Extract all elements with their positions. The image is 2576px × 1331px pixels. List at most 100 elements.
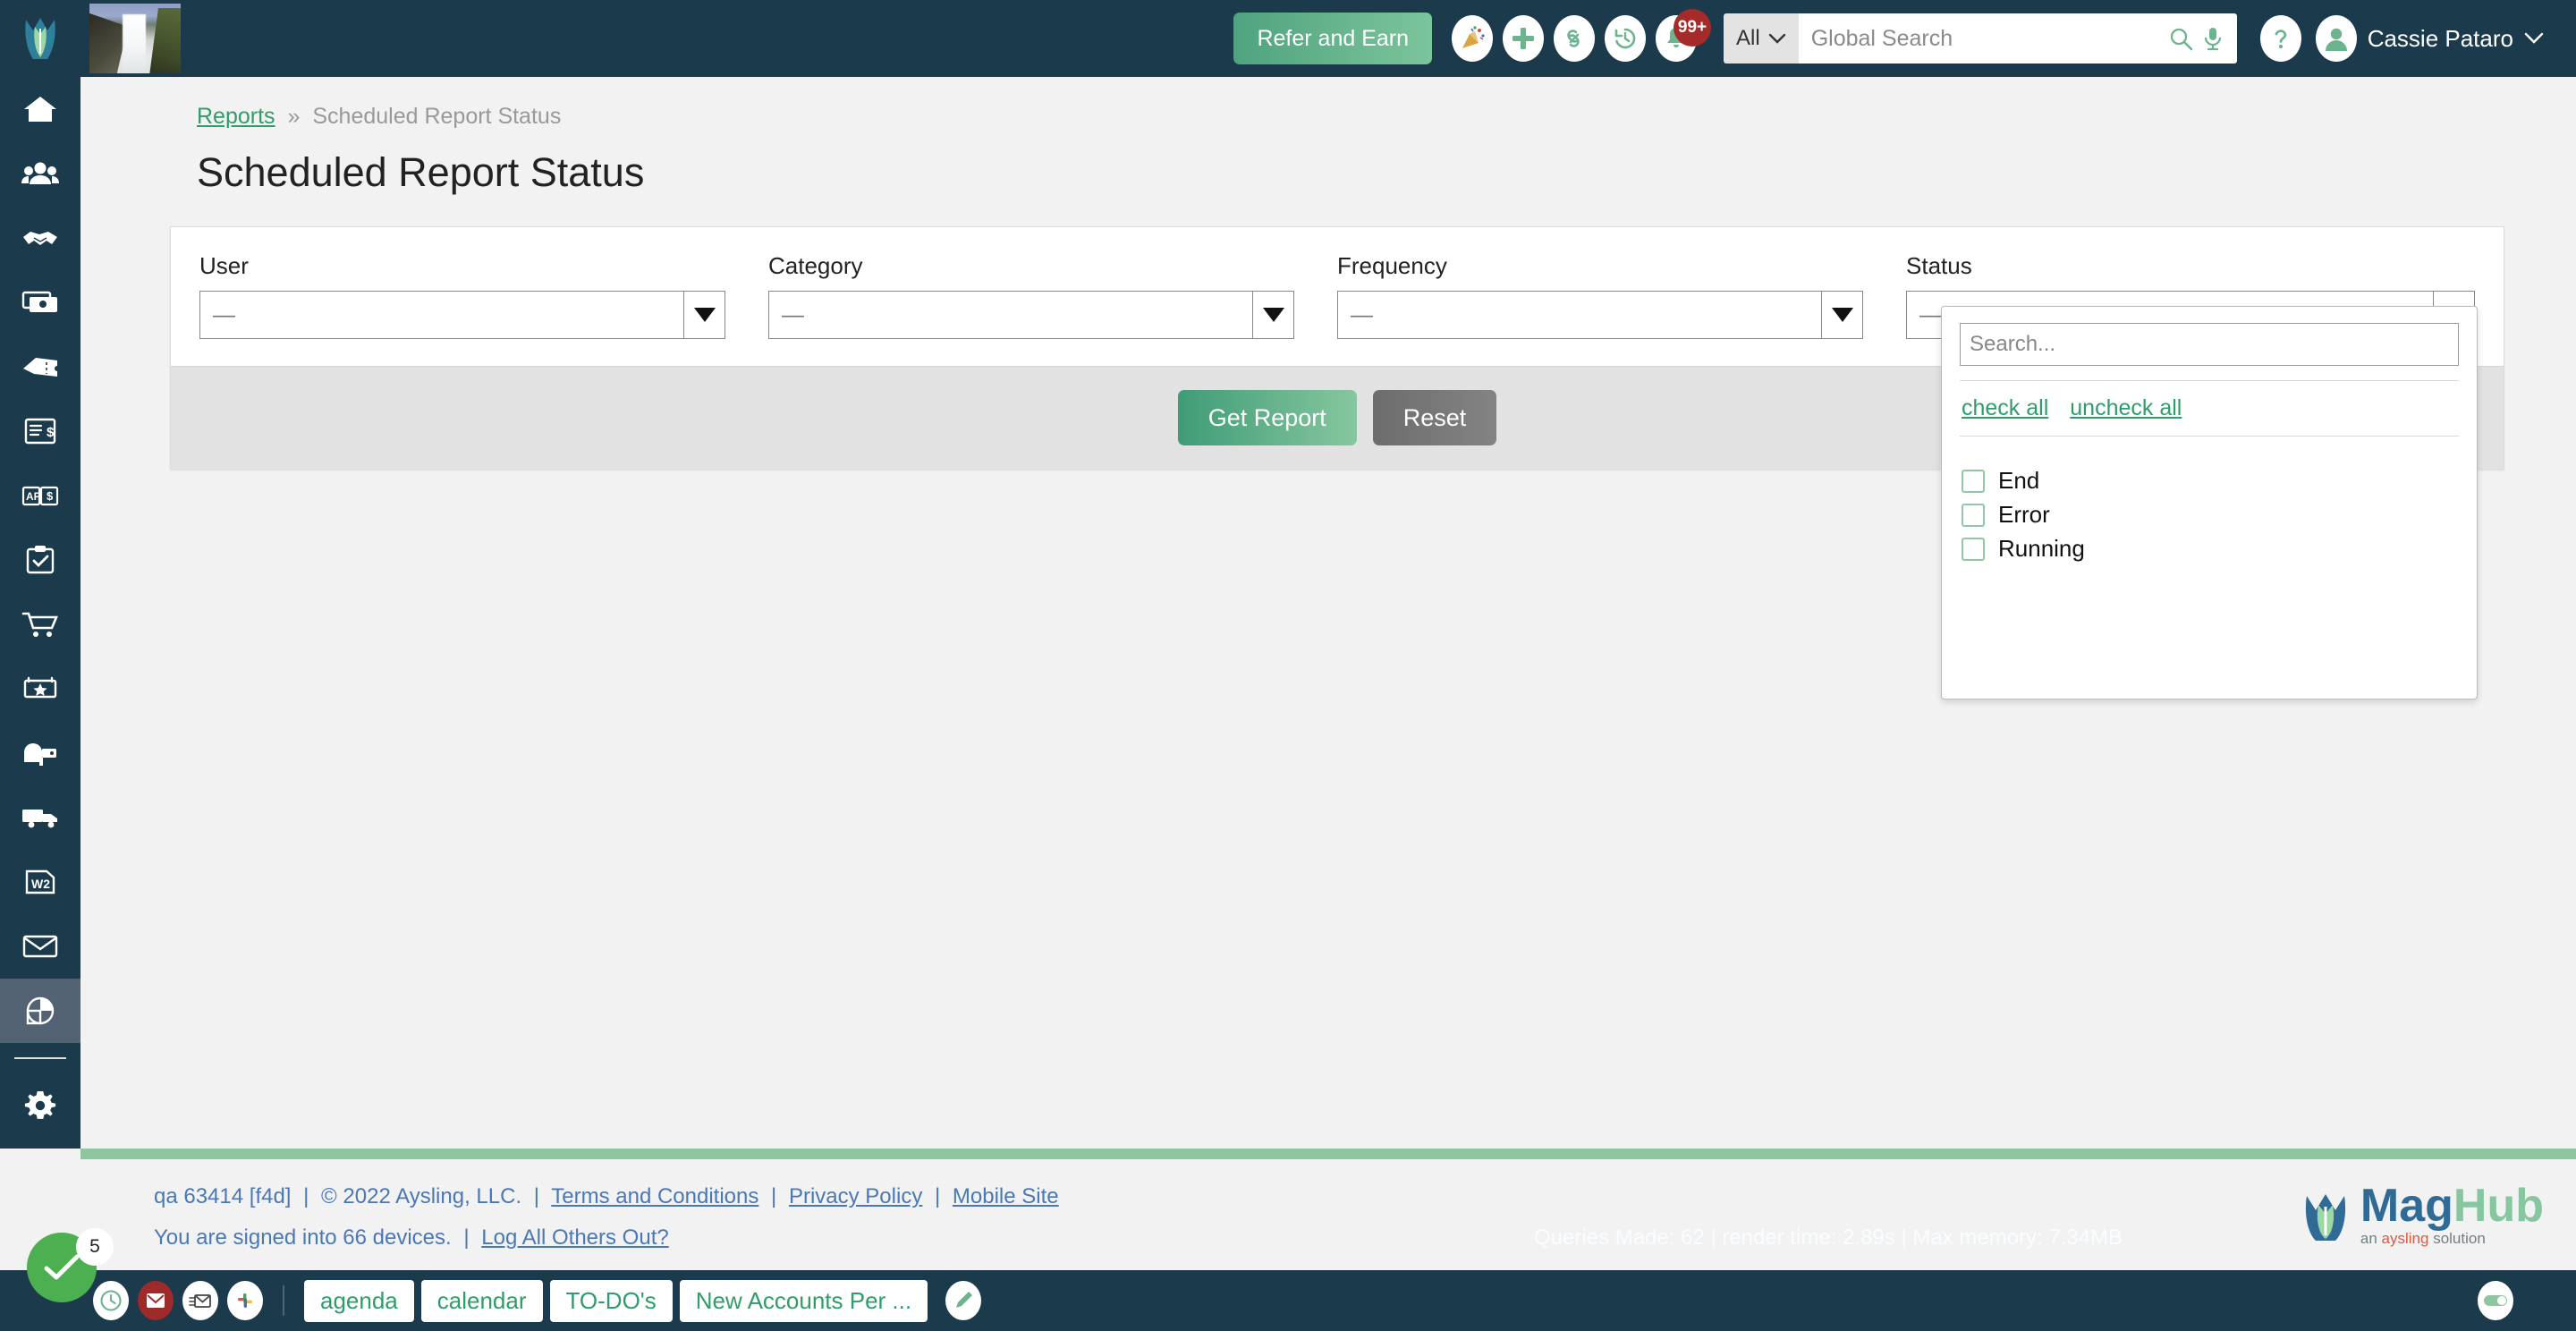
sidebar-divider [14, 1057, 66, 1059]
breadcrumb-current: Scheduled Report Status [312, 104, 562, 129]
brand-logo[interactable] [0, 0, 80, 77]
handshake-icon [23, 232, 57, 245]
status-check-badge: 5 [76, 1228, 114, 1266]
get-report-button[interactable]: Get Report [1177, 390, 1357, 445]
search-scope-dropdown[interactable]: All [1724, 13, 1799, 64]
bottom-taskbar: agenda calendar TO-DO's New Accounts Per… [0, 1270, 2576, 1331]
sidebar-item-shipping[interactable] [0, 785, 80, 850]
separator: | [771, 1184, 777, 1208]
log-all-others-out-link[interactable]: Log All Others Out? [481, 1225, 668, 1250]
filter-user: User — [199, 252, 768, 339]
mobile-site-link[interactable]: Mobile Site [953, 1184, 1059, 1208]
global-search-group: All [1724, 13, 2237, 64]
sidebar-item-invoices[interactable]: $ [0, 399, 80, 463]
separator: | [935, 1184, 941, 1208]
breadcrumb-separator: » [287, 104, 301, 129]
user-select-value: — [213, 301, 235, 327]
chevron-down-icon[interactable] [1821, 292, 1862, 338]
status-option-error[interactable]: Error [1960, 499, 2459, 533]
sidebar-item-deals[interactable] [0, 206, 80, 270]
status-option-running[interactable]: Running [1960, 533, 2459, 567]
separator: | [463, 1225, 470, 1250]
filter-frequency-label: Frequency [1337, 252, 1447, 279]
sidebar-item-reports[interactable] [0, 979, 80, 1043]
maghub-logo: MagHub an aysling solution [2300, 1183, 2544, 1248]
toggle-on-icon[interactable] [2478, 1281, 2513, 1320]
taskbar-mail-alert-icon[interactable] [138, 1281, 174, 1320]
status-multiselect-panel: check all uncheck all End Error Running [1941, 306, 2478, 699]
checkbox[interactable] [1962, 537, 1985, 561]
waterfall-thumbnail[interactable] [89, 4, 181, 73]
sidebar-item-billing[interactable] [0, 270, 80, 335]
link-icon[interactable] [1554, 15, 1596, 62]
copyright: © 2022 Aysling, LLC. [321, 1184, 522, 1208]
sidebar-item-contacts[interactable] [0, 141, 80, 206]
taskbar-tab-new-accounts[interactable]: New Accounts Per ... [679, 1279, 928, 1322]
frequency-select[interactable]: — [1337, 291, 1863, 339]
svg-text:AP: AP [26, 490, 41, 503]
taskbar-tab-agenda[interactable]: agenda [304, 1279, 414, 1322]
refer-and-earn-button[interactable]: Refer and Earn [1233, 13, 1433, 64]
status-option-end[interactable]: End [1960, 465, 2459, 499]
mailbox-icon [24, 743, 56, 766]
devices-text: You are signed into 66 devices. [154, 1225, 452, 1250]
filter-category-label: Category [768, 252, 863, 279]
taskbar-email-icon[interactable] [182, 1281, 218, 1320]
sidebar-item-tasks[interactable] [0, 528, 80, 592]
taskbar-slack-icon[interactable] [227, 1281, 263, 1320]
filter-category: Category — [768, 252, 1337, 339]
breadcrumb: Reports » Scheduled Report Status [197, 104, 2576, 130]
sidebar-item-settings[interactable] [0, 1073, 80, 1138]
maghub-name: MagHub [2360, 1183, 2544, 1229]
party-popper-icon[interactable] [1452, 15, 1494, 62]
svg-text:$: $ [47, 489, 54, 503]
sidebar-item-tickets[interactable] [0, 335, 80, 399]
taskbar-tabs: agenda calendar TO-DO's New Accounts Per… [304, 1279, 928, 1322]
microphone-icon[interactable] [2201, 25, 2224, 52]
search-input[interactable] [1810, 25, 2160, 52]
plus-icon[interactable] [1503, 15, 1545, 62]
notifications-button[interactable]: 99+ [1656, 9, 1712, 62]
taskbar-clock-icon[interactable] [93, 1281, 129, 1320]
panel-divider [1960, 380, 2459, 381]
chevron-down-icon[interactable] [683, 292, 724, 338]
sidebar-item-accounts-payable[interactable]: AP $ [0, 463, 80, 528]
check-all-link[interactable]: check all [1962, 395, 2048, 421]
maghub-wordmark: MagHub an aysling solution [2360, 1183, 2544, 1248]
sidebar-item-home[interactable] [0, 77, 80, 141]
terms-link[interactable]: Terms and Conditions [551, 1184, 758, 1208]
dragon-logo-icon [2305, 1193, 2346, 1241]
pencil-icon[interactable] [945, 1281, 982, 1320]
taskbar-tab-todos[interactable]: TO-DO's [549, 1279, 673, 1322]
home-icon [24, 97, 56, 122]
sidebar-item-orders[interactable] [0, 592, 80, 657]
status-search-input[interactable] [1960, 323, 2459, 366]
checkbox[interactable] [1962, 503, 1985, 527]
chevron-down-icon [2524, 32, 2544, 44]
privacy-link[interactable]: Privacy Policy [789, 1184, 922, 1208]
maghub-tagline: an aysling solution [2360, 1230, 2544, 1248]
breadcrumb-reports-link[interactable]: Reports [197, 104, 275, 129]
checkbox[interactable] [1962, 469, 1985, 493]
search-icon[interactable] [2167, 25, 2194, 52]
help-icon[interactable] [2259, 15, 2301, 62]
search-scope-label: All [1736, 26, 1760, 50]
mag-text: Mag [2360, 1180, 2453, 1232]
uncheck-all-link[interactable]: uncheck all [2070, 395, 2182, 421]
panel-divider [1960, 436, 2459, 437]
filter-status-label: Status [1906, 252, 1972, 279]
chevron-down-icon[interactable] [1252, 292, 1293, 338]
sidebar-item-mailbox[interactable] [0, 721, 80, 785]
taskbar-tab-calendar[interactable]: calendar [420, 1279, 543, 1322]
user-select[interactable]: — [199, 291, 725, 339]
sidebar-item-email[interactable] [0, 914, 80, 979]
taskbar-icon-group: agenda calendar TO-DO's New Accounts Per… [93, 1279, 982, 1322]
category-select[interactable]: — [768, 291, 1294, 339]
sidebar-item-w2[interactable]: W2 [0, 850, 80, 914]
header-icon-group: 99+ [1452, 9, 1712, 62]
history-clock-icon[interactable] [1605, 15, 1647, 62]
reset-button[interactable]: Reset [1372, 390, 1497, 445]
user-menu[interactable]: Cassie Pataro [2315, 15, 2544, 62]
performance-stats: Queries Made: 62 | render time: 2.89s | … [1534, 1225, 2123, 1250]
sidebar-item-events[interactable] [0, 657, 80, 721]
